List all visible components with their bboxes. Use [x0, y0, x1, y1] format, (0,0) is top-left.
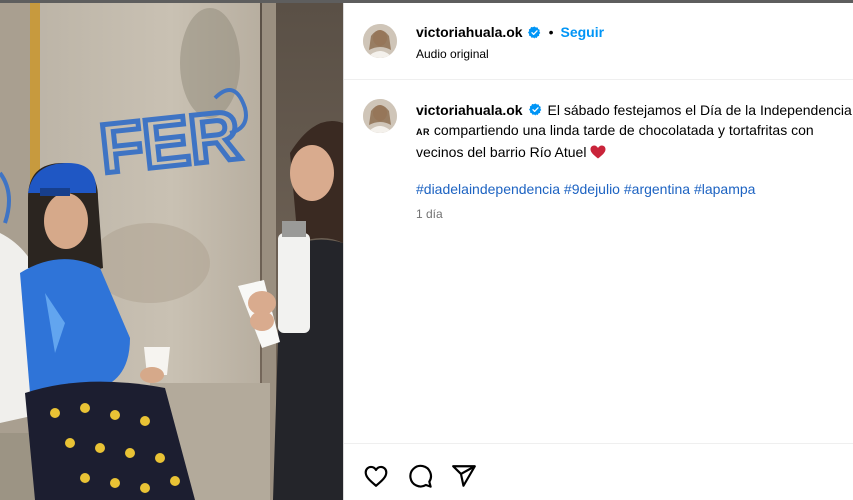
action-bar	[344, 443, 853, 500]
post-details-panel: victoriahuala.ok • Seguir Audio original…	[343, 3, 853, 500]
share-button[interactable]	[451, 463, 477, 489]
follow-button[interactable]: Seguir	[561, 24, 605, 40]
header-user-line: victoriahuala.ok • Seguir	[416, 24, 604, 40]
hashtag-link[interactable]: #diadelaindependencia	[416, 181, 560, 197]
caption-text-part2: compartiendo una linda tarde de chocolat…	[416, 122, 814, 160]
like-button[interactable]	[363, 463, 389, 489]
verified-badge-icon	[527, 25, 540, 39]
flag-ar-emoji: AR	[416, 127, 430, 137]
comment-icon	[409, 464, 433, 488]
post-media-video[interactable]: FER	[0, 3, 343, 500]
post-header: victoriahuala.ok • Seguir Audio original	[344, 3, 853, 80]
post-caption: victoriahuala.ok El sábado festejamos el…	[416, 100, 852, 162]
username-link[interactable]: victoriahuala.ok	[416, 24, 523, 40]
caption-username-link[interactable]: victoriahuala.ok	[416, 102, 523, 118]
caption-text-part1: El sábado festejamos el Día de la Indepe…	[547, 102, 852, 118]
comment-button[interactable]	[407, 463, 433, 489]
audio-original-link[interactable]: Audio original	[416, 47, 489, 61]
post-timestamp[interactable]: 1 día	[416, 207, 443, 221]
hashtags: #diadelaindependencia #9dejulio #argenti…	[416, 179, 755, 199]
red-heart-emoji-icon	[590, 145, 606, 159]
hashtag-link[interactable]: #9dejulio	[564, 181, 620, 197]
separator-dot: •	[548, 24, 554, 40]
verified-badge-icon	[529, 103, 542, 116]
video-frame-illustration: FER	[0, 3, 343, 500]
hashtag-link[interactable]: #lapampa	[694, 181, 756, 197]
heart-icon	[364, 465, 388, 487]
paper-plane-icon	[452, 465, 476, 487]
avatar[interactable]	[363, 24, 397, 58]
graffiti-text: FER	[96, 96, 243, 188]
caption-avatar[interactable]	[363, 99, 397, 133]
hashtag-link[interactable]: #argentina	[624, 181, 690, 197]
